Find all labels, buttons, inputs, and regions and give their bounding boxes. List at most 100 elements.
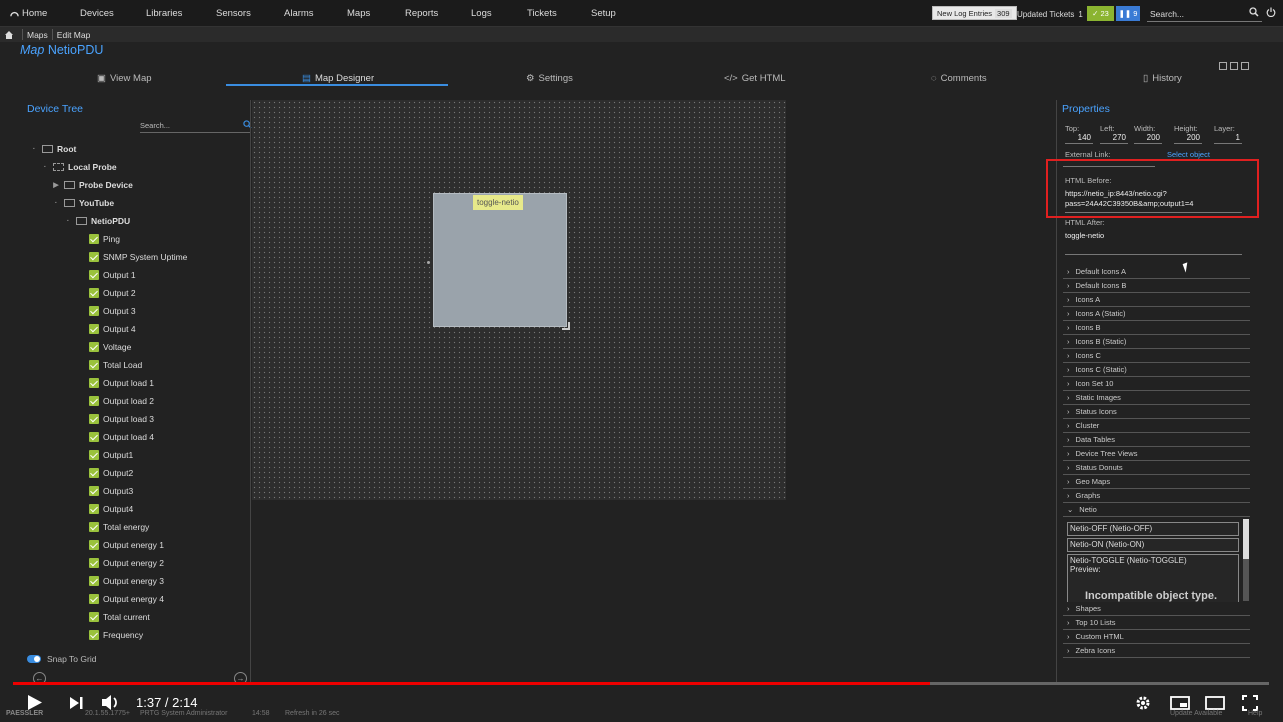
tree-sensor-item[interactable]: Output 2 <box>89 284 136 302</box>
library-group[interactable]: › Icons A (Static) <box>1063 307 1250 321</box>
library-group[interactable]: › Geo Maps <box>1063 475 1250 489</box>
tree-sensor-item[interactable]: Output load 2 <box>89 392 154 410</box>
tree-sensor-item[interactable]: Total Load <box>89 356 142 374</box>
library-group[interactable]: › Static Images <box>1063 391 1250 405</box>
tree-sensor-item[interactable]: Ping <box>89 230 120 248</box>
resize-handle[interactable] <box>562 322 570 330</box>
tree-sensor-item[interactable]: Voltage <box>89 338 131 356</box>
tree-sensor-item[interactable]: Output energy 1 <box>89 536 164 554</box>
tree-sensor-item[interactable]: Output3 <box>89 482 133 500</box>
search-icon[interactable] <box>1249 7 1259 17</box>
paused-sensors-badge[interactable]: ❚❚ 9 <box>1116 6 1140 21</box>
trash-icon[interactable] <box>1241 62 1249 70</box>
map-object[interactable] <box>433 193 567 327</box>
tab-history[interactable]: ▯ History <box>1143 73 1182 84</box>
tab-get-html[interactable]: </> Get HTML <box>724 73 786 84</box>
library-group[interactable]: › Default Icons A <box>1063 265 1250 279</box>
tree-sensor-item[interactable]: Output energy 4 <box>89 590 164 608</box>
tree-sensor-item[interactable]: Output energy 3 <box>89 572 164 590</box>
library-group[interactable]: › Graphs <box>1063 489 1250 503</box>
toggle-switch[interactable] <box>27 655 41 663</box>
tree-sensor-item[interactable]: Output load 1 <box>89 374 154 392</box>
nav-tickets[interactable]: Tickets <box>527 8 557 19</box>
nav-home[interactable]: Home <box>10 8 47 19</box>
theater-mode-icon[interactable] <box>1205 696 1225 710</box>
updated-tickets-button[interactable]: Updated Tickets 1 <box>1017 6 1083 22</box>
tree-sensor-item[interactable]: Total energy <box>89 518 149 536</box>
tree-node-probe-device[interactable]: ▶ Probe Device <box>52 176 133 194</box>
new-log-entries-button[interactable]: New Log Entries 309 <box>932 6 1017 20</box>
tree-sensor-item[interactable]: Output energy 2 <box>89 554 164 572</box>
html-after-textarea[interactable]: toggle-netio <box>1065 231 1242 255</box>
library-group[interactable]: › Status Icons <box>1063 405 1250 419</box>
select-object-link[interactable]: Select object <box>1167 150 1210 159</box>
library-group[interactable]: › Data Tables <box>1063 433 1250 447</box>
nav-setup[interactable]: Setup <box>591 8 616 19</box>
library-group[interactable]: › Custom HTML <box>1063 630 1250 644</box>
footer-update[interactable]: Update Available <box>1170 710 1222 717</box>
library-group[interactable]: › Cluster <box>1063 419 1250 433</box>
tree-sensor-item[interactable]: Output4 <box>89 500 133 518</box>
library-group[interactable]: › Zebra Icons <box>1063 644 1250 658</box>
tab-comments[interactable]: ◌ Comments <box>931 73 987 84</box>
top-search-input[interactable]: Search... <box>1147 6 1262 22</box>
tree-node-youtube[interactable]: · YouTube <box>52 194 114 212</box>
power-icon[interactable] <box>1266 7 1276 17</box>
tree-sensor-item[interactable]: Output load 3 <box>89 410 154 428</box>
snap-to-grid-toggle[interactable]: Snap To Grid <box>27 654 96 664</box>
library-group[interactable]: › Default Icons B <box>1063 279 1250 293</box>
nav-libraries[interactable]: Libraries <box>146 8 182 19</box>
tab-view-map[interactable]: ▣ View Map <box>97 73 152 84</box>
ok-sensors-badge[interactable]: ✓ 23 <box>1087 6 1114 21</box>
footer-refresh[interactable]: Refresh in 26 sec <box>285 710 339 717</box>
library-group[interactable]: › Icons A <box>1063 293 1250 307</box>
next-icon[interactable] <box>70 697 83 709</box>
tree-sensor-item[interactable]: Output 4 <box>89 320 136 338</box>
nav-logs[interactable]: Logs <box>471 8 492 19</box>
library-group[interactable]: › Icons C <box>1063 349 1250 363</box>
tree-node-root[interactable]: · Root <box>30 140 77 158</box>
library-group[interactable]: › Top 10 Lists <box>1063 616 1250 630</box>
library-group[interactable]: › Device Tree Views <box>1063 447 1250 461</box>
nav-devices[interactable]: Devices <box>80 8 114 19</box>
breadcrumb-maps[interactable]: Maps <box>27 30 48 40</box>
library-group[interactable]: › Icons B (Static) <box>1063 335 1250 349</box>
netio-scrollbar-thumb[interactable] <box>1243 519 1249 559</box>
tree-sensor-item[interactable]: Output1 <box>89 446 133 464</box>
nav-reports[interactable]: Reports <box>405 8 438 19</box>
library-group[interactable]: ⌄ Netio <box>1063 503 1250 517</box>
tree-sensor-item[interactable]: Total current <box>89 608 150 626</box>
tree-node-netiopdu[interactable]: · NetioPDU <box>64 212 130 230</box>
library-group[interactable]: › Icons C (Static) <box>1063 363 1250 377</box>
layer-input[interactable]: 1 <box>1214 133 1242 144</box>
tree-sensor-item[interactable]: Frequency <box>89 626 143 644</box>
tree-sensor-item[interactable]: Output 3 <box>89 302 136 320</box>
tree-sensor-item[interactable]: Output 1 <box>89 266 136 284</box>
netio-off-item[interactable]: Netio-OFF (Netio-OFF) <box>1067 522 1239 536</box>
tree-sensor-item[interactable]: Output2 <box>89 464 133 482</box>
left-input[interactable]: 270 <box>1100 133 1128 144</box>
tree-sensor-item[interactable]: SNMP System Uptime <box>89 248 187 266</box>
library-group[interactable]: › Status Donuts <box>1063 461 1250 475</box>
netio-on-item[interactable]: Netio-ON (Netio-ON) <box>1067 538 1239 552</box>
breadcrumb-home-icon[interactable] <box>0 30 18 39</box>
device-tree-search-input[interactable]: Search... <box>140 121 250 133</box>
settings-gear-icon[interactable] <box>1135 695 1151 711</box>
miniplayer-icon[interactable] <box>1170 696 1190 710</box>
nav-maps[interactable]: Maps <box>347 8 370 19</box>
tab-map-designer[interactable]: ▤ Map Designer <box>302 73 374 84</box>
footer-help[interactable]: Help <box>1248 710 1262 717</box>
nav-alarms[interactable]: Alarms <box>284 8 314 19</box>
width-input[interactable]: 200 <box>1134 133 1162 144</box>
tree-sensor-item[interactable]: Output load 4 <box>89 428 154 446</box>
nav-sensors[interactable]: Sensors <box>216 8 251 19</box>
fullscreen-icon[interactable] <box>1242 695 1258 711</box>
play-icon[interactable] <box>27 694 43 711</box>
mail-icon[interactable] <box>1230 62 1238 70</box>
volume-icon[interactable] <box>102 694 122 711</box>
library-group[interactable]: › Icons B <box>1063 321 1250 335</box>
top-input[interactable]: 140 <box>1065 133 1093 144</box>
library-group[interactable]: › Icon Set 10 <box>1063 377 1250 391</box>
library-group[interactable]: › Shapes <box>1063 602 1250 616</box>
export-icon[interactable] <box>1219 62 1227 70</box>
